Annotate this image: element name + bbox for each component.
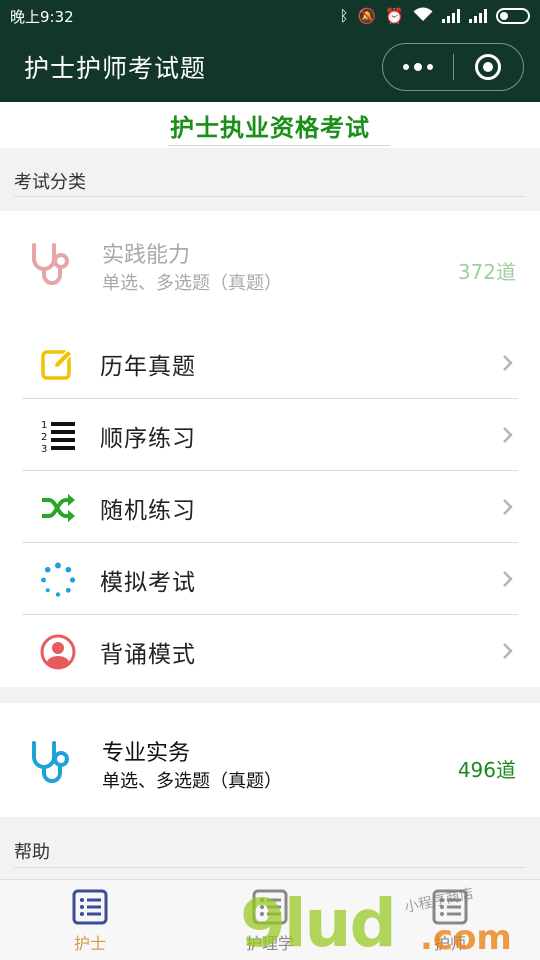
exam-banner: 护士执业资格考试 <box>0 102 540 148</box>
status-bar: 晚上9:32 ᛒ 🔕 ⏰ <box>0 0 540 32</box>
category-row[interactable]: 实践能力 单选、多选题（真题） 372道 <box>0 219 540 309</box>
silent-icon: 🔕 <box>357 6 377 25</box>
numbered-list-icon: 1 2 3 <box>41 420 75 454</box>
svg-text:3: 3 <box>41 444 47 454</box>
tab-label: 护士 <box>73 934 106 953</box>
wifi-icon <box>413 7 433 25</box>
target-icon <box>475 54 502 80</box>
tab-bar: 护士 护理学 护师 <box>0 879 540 960</box>
menu-item-mock-exam[interactable]: 模拟考试 <box>22 543 518 615</box>
signal-icon <box>442 9 460 23</box>
category-name: 专业实务 <box>102 741 191 766</box>
list-icon <box>72 889 108 925</box>
menu-label: 顺序练习 <box>100 426 196 452</box>
edit-icon <box>41 348 74 380</box>
title-bar: 护士护师考试题 <box>0 32 540 102</box>
chevron-right-icon <box>503 643 513 659</box>
page-title: 护士护师考试题 <box>24 54 207 83</box>
menu-item-recite-mode[interactable]: 背诵模式 <box>22 615 518 687</box>
category-row[interactable]: 专业实务 单选、多选题（真题） 496道 <box>0 717 540 807</box>
section-title-categories: 考试分类 <box>14 172 86 193</box>
status-time: 晚上9:32 <box>10 7 74 26</box>
menu-label: 随机练习 <box>100 498 196 524</box>
category-count: 372道 <box>457 260 516 284</box>
svg-text:1: 1 <box>41 420 47 431</box>
stethoscope-icon <box>32 243 69 285</box>
category-subtitle: 单选、多选题（真题） <box>102 771 282 792</box>
chevron-right-icon <box>503 499 513 515</box>
menu-item-sequential-practice[interactable]: 1 2 3 顺序练习 <box>22 399 518 471</box>
section-title-help[interactable]: 帮助 <box>14 838 50 864</box>
menu-item-random-practice[interactable]: 随机练习 <box>22 471 518 543</box>
category-card-practice: 实践能力 单选、多选题（真题） 372道 历年真题 1 2 3 顺序练习 随机练… <box>0 211 540 687</box>
loading-dots-icon <box>41 562 76 597</box>
signal-icon-2 <box>469 9 487 23</box>
menu-label: 历年真题 <box>100 354 196 380</box>
alarm-icon: ⏰ <box>385 6 404 25</box>
tab-label: 护理学 <box>245 934 294 953</box>
list-icon <box>432 889 468 925</box>
menu-item-past-exams[interactable]: 历年真题 <box>22 327 518 399</box>
tab-label: 护师 <box>433 934 466 953</box>
battery-icon <box>496 8 530 24</box>
svg-text:2: 2 <box>41 432 47 443</box>
tab-senior-nurse[interactable]: 护师 <box>390 880 510 960</box>
stethoscope-icon <box>32 741 69 783</box>
tab-nurse[interactable]: 护士 <box>30 880 150 960</box>
banner-title: 护士执业资格考试 <box>170 114 370 142</box>
chevron-right-icon <box>503 571 513 587</box>
category-name: 实践能力 <box>102 243 191 268</box>
user-avatar-icon <box>40 634 76 670</box>
tab-nursing-science[interactable]: 护理学 <box>210 880 330 960</box>
bluetooth-icon: ᛒ <box>339 6 349 25</box>
close-miniprogram-button[interactable] <box>454 54 524 80</box>
category-count: 496道 <box>457 758 516 782</box>
shuffle-icon <box>42 494 75 522</box>
menu-label: 背诵模式 <box>100 642 196 668</box>
category-card-professional: 专业实务 单选、多选题（真题） 496道 <box>0 703 540 817</box>
category-subtitle: 单选、多选题（真题） <box>102 273 282 294</box>
menu-label: 模拟考试 <box>100 570 196 596</box>
list-icon <box>252 889 288 925</box>
miniprogram-capsule <box>382 43 524 91</box>
chevron-right-icon <box>503 355 513 371</box>
chevron-right-icon <box>503 427 513 443</box>
more-icon[interactable] <box>383 62 453 71</box>
